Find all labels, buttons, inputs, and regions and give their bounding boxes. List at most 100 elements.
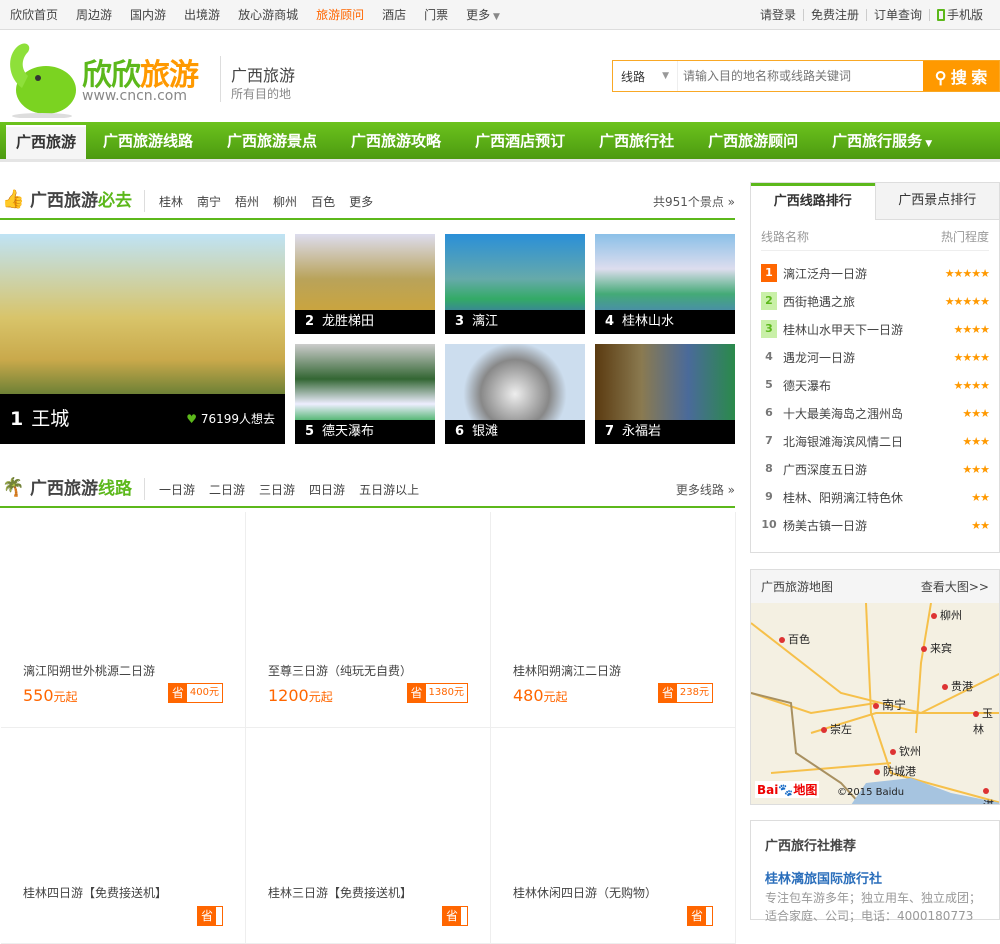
top-link-advisor[interactable]: 旅游顾问 [316,6,364,23]
top-link-hotel[interactable]: 酒店 [382,6,406,23]
top-link-outbound[interactable]: 出境游 [184,6,220,23]
top-link-more[interactable]: 更多 ▼ [466,6,500,23]
star-rating-icon: ★★★ [962,434,990,448]
ranking-item[interactable]: 1 漓江泛舟一日游 ★★★★★ [761,259,990,287]
star-rating-icon: ★★★★ [953,378,990,392]
nav-services[interactable]: 广西旅行服务 ▼ [815,123,949,159]
spot-tile[interactable]: 7 永福岩 [595,344,735,444]
top-link-mall[interactable]: 放心游商城 [238,6,298,23]
agency-link[interactable]: 桂林漓旅国际旅行社 [765,868,985,887]
city-switch-link[interactable]: 所有目的地 [231,85,291,102]
tag-three-day[interactable]: 三日游 [259,483,295,497]
agency-desc: 专注包车游多年；独立用车、独立成团；适合家庭、公司；电话：4000180773 [765,891,982,923]
route-card[interactable]: 桂林休闲四日游（无购物）省 [491,728,736,944]
palm-tree-icon: 🌴 [2,477,25,498]
top-link-tickets[interactable]: 门票 [424,6,448,23]
rank-number: 7 [765,434,773,447]
mobile-link[interactable]: 手机版 [928,8,990,21]
search-type-select[interactable]: 线路 ▼ [613,61,678,91]
map-title: 广西旅游地图 [761,580,834,594]
rank-number: 3 [761,320,777,338]
save-badge: 省 [687,906,713,926]
top-link-domestic[interactable]: 国内游 [130,6,166,23]
route-name: 北海银滩海滨风情二日 [783,434,904,449]
ranking-item[interactable]: 7 北海银滩海滨风情二日 ★★★ [761,427,990,455]
save-badge: 省 238元 [657,683,713,703]
route-card[interactable]: 至尊三日游（纯玩无自费） 1200元起省 1380元 [246,512,491,728]
brand-url: www.cncn.com [82,88,188,104]
register-link[interactable]: 免费注册 [802,8,866,21]
map-copyright: ©2015 Baidu [837,787,905,798]
search-icon: ⚲ [934,70,947,87]
spot-tile[interactable]: 3 漓江 [445,234,585,334]
ranking-panel: 广西线路排行 广西景点排行 线路名称 热门程度 1 漓江泛舟一日游 ★★★★★ 2 西街艳遇… [750,182,1000,553]
rank-number: 4 [765,350,773,363]
tag-guilin[interactable]: 桂林 [159,195,183,209]
star-rating-icon: ★★ [971,518,990,532]
map-view[interactable]: 柳州 百色 来宾 贵港 南宁 玉林 崇左 钦州 防城港 湛 Bai🐾地图 ©20… [751,603,999,804]
nav-guangxi[interactable]: 广西旅游 [6,125,87,159]
heart-icon: ♥ [186,412,197,426]
routes-header: 🌴 广西旅游线路 一日游 二日游 三日游 四日游 五日游以上 更多线路 » [0,472,735,508]
nav-advisors[interactable]: 广西旅游顾问 [691,123,815,159]
nav-guides[interactable]: 广西旅游攻略 [334,123,458,159]
tag-wuzhou[interactable]: 梧州 [235,195,259,209]
rank-number: 6 [765,406,773,419]
route-card[interactable]: 桂林四日游【免费接送机】省 [1,728,246,944]
tag-more[interactable]: 更多 [349,195,373,209]
tag-nanning[interactable]: 南宁 [197,195,221,209]
rank-number: 10 [761,518,777,531]
ranking-item[interactable]: 8 广西深度五日游 ★★★ [761,455,990,483]
star-rating-icon: ★★★ [962,406,990,420]
star-rating-icon: ★★★★★ [944,294,990,308]
map-enlarge-link[interactable]: 查看大图>> [921,578,989,595]
baidu-logo: Bai🐾地图 [755,781,820,798]
nav-agencies[interactable]: 广西旅行社 [582,123,691,159]
ranking-item[interactable]: 9 桂林、阳朔漓江特色休 ★★ [761,483,990,511]
elephant-logo-icon[interactable] [2,38,82,118]
star-rating-icon: ★★★ [962,462,990,476]
save-badge: 省 1380元 [406,683,468,703]
route-name: 桂林、阳朔漓江特色休 [783,490,904,505]
all-spots-link[interactable]: 共951个景点 » [653,193,735,210]
ranking-item[interactable]: 10 杨美古镇一日游 ★★ [761,511,990,539]
search-button[interactable]: ⚲ 搜 索 [923,61,999,91]
route-card[interactable]: 桂林阳朔漓江二日游 480元起省 238元 [491,512,736,728]
tag-one-day[interactable]: 一日游 [159,483,195,497]
tag-baise[interactable]: 百色 [311,195,335,209]
route-name: 德天瀑布 [783,378,832,393]
featured-caption: 1 王城 ♥ 76199人想去 [0,394,285,444]
top-bar: 欣欣首页 周边游 国内游 出境游 放心游商城 旅游顾问 酒店 门票 更多 ▼ 请… [0,0,1000,30]
search-input[interactable] [678,61,923,91]
spot-tile[interactable]: 2 龙胜梯田 [295,234,435,334]
tab-route-ranking[interactable]: 广西线路排行 [751,183,875,220]
nav-attractions[interactable]: 广西旅游景点 [210,123,334,159]
tag-two-day[interactable]: 二日游 [209,483,245,497]
phone-icon [936,8,945,21]
orders-link[interactable]: 订单查询 [865,8,929,21]
ranking-item[interactable]: 5 德天瀑布 ★★★★ [761,371,990,399]
top-link-home[interactable]: 欣欣首页 [10,6,58,23]
spot-tile[interactable]: 4 桂林山水 [595,234,735,334]
login-link[interactable]: 请登录 [753,9,803,21]
ranking-item[interactable]: 2 西街艳遇之旅 ★★★★★ [761,287,990,315]
spot-tile[interactable]: 5 德天瀑布 [295,344,435,444]
ranking-item[interactable]: 4 遇龙河一日游 ★★★★ [761,343,990,371]
save-badge: 省 [442,906,468,926]
more-routes-link[interactable]: 更多线路 » [676,481,735,498]
route-card[interactable]: 漓江阳朔世外桃源二日游 550元起省 400元 [1,512,246,728]
ranking-item[interactable]: 3 桂林山水甲天下一日游 ★★★★ [761,315,990,343]
ranking-item[interactable]: 6 十大最美海岛之涠州岛 ★★★ [761,399,990,427]
route-card[interactable]: 桂林三日游【免费接送机】省 [246,728,491,944]
tag-four-day[interactable]: 四日游 [309,483,345,497]
tag-five-plus[interactable]: 五日游以上 [359,483,419,497]
nav-routes[interactable]: 广西旅游线路 [86,123,210,159]
star-rating-icon: ★★★★★ [944,266,990,280]
nav-hotels[interactable]: 广西酒店预订 [458,123,582,159]
top-link-nearby[interactable]: 周边游 [76,6,112,23]
tag-liuzhou[interactable]: 柳州 [273,195,297,209]
rank-number: 5 [765,378,773,391]
featured-spot[interactable]: 1 王城 ♥ 76199人想去 [0,234,285,444]
spot-tile[interactable]: 6 银滩 [445,344,585,444]
tab-spot-ranking[interactable]: 广西景点排行 [874,183,999,220]
